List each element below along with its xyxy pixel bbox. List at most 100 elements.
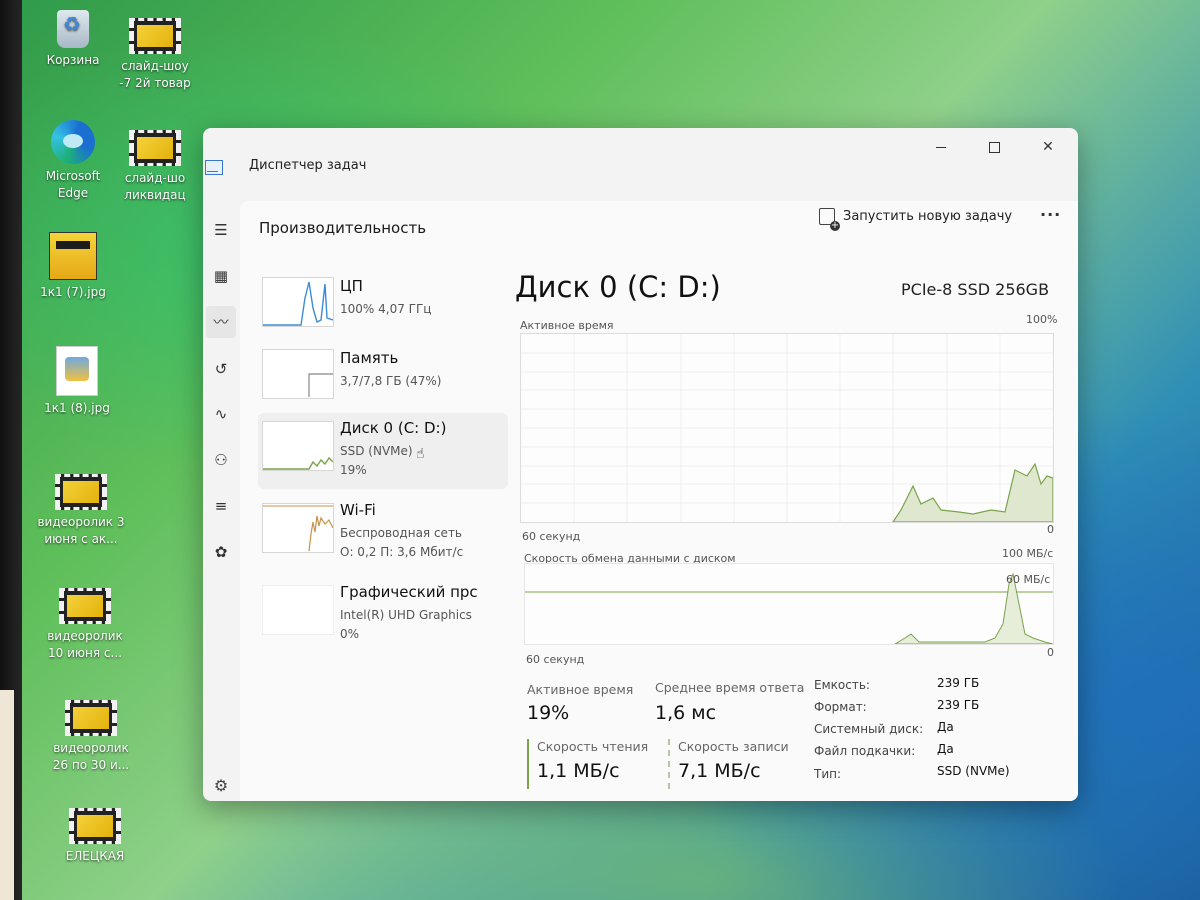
gear-icon[interactable]: ⚙: [206, 770, 236, 801]
active-time-value: 19%: [527, 702, 570, 724]
resource-detail-line2: О: 0,2 П: 3,6 Мбит/с: [340, 545, 464, 559]
system-disk-label: Системный диск:: [814, 722, 924, 736]
performance-page: Производительность Запустить новую задач…: [240, 201, 1078, 801]
resource-detail: Беспроводная сеть О: 0,2 П: 3,6 Мбит/с: [340, 524, 463, 562]
app-history-icon[interactable]: ↺: [206, 353, 236, 385]
resource-detail-line1: SSD (NVMe): [340, 444, 413, 458]
desktop-icon-video-2[interactable]: видеоролик 10 июня с...: [30, 588, 140, 662]
resource-detail: Intel(R) UHD Graphics 0%: [340, 606, 472, 644]
desktop-icon-image-8[interactable]: 1к1 (8).jpg: [22, 346, 132, 417]
resource-detail: 3,7/7,8 ГБ (47%): [340, 374, 442, 388]
response-time-value: 1,6 мс: [655, 702, 717, 724]
desktop-icon-label: ЕЛЕЦКАЯ: [65, 849, 125, 863]
edge-browser-icon: [51, 120, 95, 164]
page-file-label: Файл подкачки:: [814, 744, 916, 758]
resource-name: Wi-Fi: [340, 501, 376, 519]
video-file-icon: [59, 588, 111, 624]
processes-icon[interactable]: ▦: [206, 260, 236, 292]
desktop-icon-image-7[interactable]: 1к1 (7).jpg: [18, 232, 128, 301]
video-file-icon: [55, 474, 107, 510]
graph2-max: 100 МБ/с: [1002, 547, 1054, 560]
cpu-thumbnail-graph: [262, 277, 334, 327]
type-label: Тип:: [814, 767, 842, 781]
video-file-icon: [129, 130, 181, 166]
disk-title: Диск 0 (C: D:): [515, 270, 721, 304]
desktop-icon-video-3[interactable]: видеоролик 26 по 30 и...: [36, 700, 146, 774]
resource-detail: 100% 4,07 ГГц: [340, 302, 432, 316]
users-icon[interactable]: ⚇: [206, 444, 236, 476]
new-task-icon: [819, 208, 840, 231]
desktop-icon-label: 1к1 (7).jpg: [40, 285, 106, 299]
desktop-icon-label: видеоролик 3 июня с ак...: [37, 515, 125, 546]
run-new-task-label: Запустить новую задачу: [843, 209, 1013, 224]
video-file-icon: [65, 700, 117, 736]
resource-name: ЦП: [340, 277, 363, 295]
resource-detail-line1: Беспроводная сеть: [340, 526, 463, 540]
screen-bezel-edge: [0, 690, 14, 900]
resource-disk-0[interactable]: Диск 0 (C: D:) SSD (NVMe) 19% ☝: [258, 413, 508, 489]
resource-detail-line1: Intel(R) UHD Graphics: [340, 608, 472, 622]
resource-gpu[interactable]: Графический прс Intel(R) UHD Graphics 0%: [258, 577, 508, 653]
title-bar[interactable]: Диспетчер задач ✕: [203, 128, 1078, 178]
read-rate-label: Скорость чтения: [537, 739, 649, 754]
desktop-icon-label: слайд-шо ликвидац: [124, 171, 186, 202]
desktop-icon-slideshow-2[interactable]: слайд-шо ликвидац: [100, 130, 210, 204]
startup-icon[interactable]: ∿: [206, 398, 236, 430]
resource-memory[interactable]: Память 3,7/7,8 ГБ (47%): [258, 343, 508, 409]
resource-detail: SSD (NVMe) 19%: [340, 442, 413, 480]
graph1-label: Активное время: [520, 319, 614, 332]
performance-icon[interactable]: 〰: [206, 306, 236, 338]
services-icon[interactable]: ✿: [206, 536, 236, 568]
recycle-bin-icon: [57, 10, 89, 48]
transfer-rate-graph: [524, 563, 1054, 645]
window-title: Диспетчер задач: [249, 158, 367, 173]
read-rate-value: 1,1 МБ/с: [537, 760, 620, 782]
active-time-graph: [520, 333, 1054, 523]
desktop-icon-eletskaya[interactable]: ЕЛЕЦКАЯ: [40, 808, 150, 865]
desktop-icon-slideshow-1[interactable]: слайд-шоу -7 2й товар: [100, 18, 210, 92]
video-file-icon: [129, 18, 181, 54]
resource-detail-line2: 19%: [340, 463, 367, 477]
image-file-icon: [49, 232, 97, 280]
video-file-icon: [69, 808, 121, 844]
desktop-icon-label: Microsoft Edge: [45, 169, 101, 200]
maximize-button[interactable]: [971, 132, 1017, 162]
task-manager-icon: [205, 160, 223, 175]
page-file-value: Да: [937, 742, 954, 756]
desktop-icon-video-1[interactable]: видеоролик 3 июня с ак...: [26, 474, 136, 548]
resource-wifi[interactable]: Wi-Fi Беспроводная сеть О: 0,2 П: 3,6 Мб…: [258, 495, 508, 571]
desktop-icon-label: 1к1 (8).jpg: [44, 401, 110, 415]
resource-name: Графический прс: [340, 583, 478, 601]
format-value: 239 ГБ: [937, 698, 980, 712]
task-manager-window: Диспетчер задач ✕ ☰ ▦ 〰 ↺ ∿ ⚇ ≡ ✿ ⚙ Прои…: [203, 128, 1078, 801]
desktop-icon-label: видеоролик 26 по 30 и...: [52, 741, 130, 772]
run-new-task-button[interactable]: Запустить новую задачу: [819, 208, 1013, 231]
graph1-max: 100%: [1026, 313, 1058, 326]
desktop-icon-label: видеоролик 10 июня с...: [47, 629, 123, 660]
resource-detail-line2: 0%: [340, 627, 360, 641]
graph1-min: 0: [1047, 523, 1054, 536]
system-disk-value: Да: [937, 720, 954, 734]
page-title: Производительность: [259, 219, 427, 237]
capacity-value: 239 ГБ: [937, 676, 980, 690]
image-file-icon: [56, 346, 98, 396]
minimize-button[interactable]: [918, 132, 964, 162]
format-label: Формат:: [814, 700, 867, 714]
write-rate-marker: [668, 739, 670, 789]
desktop-icon-label: слайд-шоу -7 2й товар: [119, 59, 191, 90]
more-options-button[interactable]: ...: [1040, 201, 1061, 220]
resource-cpu[interactable]: ЦП 100% 4,07 ГГц: [258, 271, 508, 337]
memory-thumbnail-graph: [262, 349, 334, 399]
capacity-label: Емкость:: [814, 678, 870, 692]
details-icon[interactable]: ≡: [206, 490, 236, 522]
disk-model: PCIe-8 SSD 256GB: [901, 280, 1050, 299]
menu-icon[interactable]: ☰: [206, 214, 236, 246]
gpu-thumbnail-graph: [262, 585, 334, 635]
resource-name: Диск 0 (C: D:): [340, 419, 447, 437]
response-time-label: Среднее время ответа: [655, 680, 805, 695]
read-rate-marker: [527, 739, 529, 789]
active-time-label: Активное время: [527, 682, 634, 697]
close-button[interactable]: ✕: [1025, 132, 1071, 162]
write-rate-value: 7,1 МБ/с: [678, 760, 761, 782]
mouse-pointer-icon: ☝: [416, 446, 425, 462]
